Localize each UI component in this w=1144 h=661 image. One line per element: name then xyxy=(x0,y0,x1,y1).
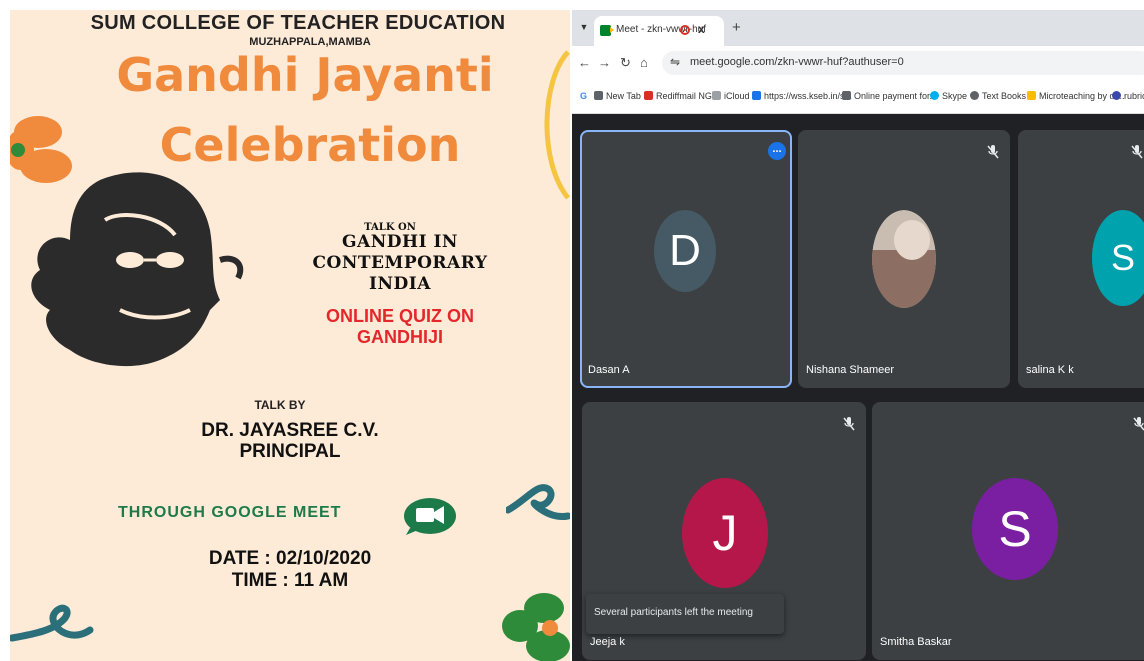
skype-icon xyxy=(930,91,939,100)
bookmark-online-payment[interactable]: Online payment for... xyxy=(842,91,937,101)
tab-close-button[interactable]: x xyxy=(698,22,705,36)
quiz-line: GANDHIJI xyxy=(356,327,443,347)
avatar: D xyxy=(654,210,716,292)
talk-topic-line: GANDHI IN xyxy=(342,232,458,252)
notification-toast: Several participants left the meeting xyxy=(586,594,784,634)
participant-name: Dasan A xyxy=(588,364,630,376)
tab-meet[interactable]: Meet - zkn-vwwr-huf x xyxy=(594,16,724,46)
talk-topic-line: CONTEMPORARY xyxy=(312,253,488,273)
bookmark-google[interactable]: G xyxy=(580,91,587,101)
poster-title-line1: Gandhi Jayanti xyxy=(116,48,494,102)
bookmark-favicon-icon xyxy=(1027,91,1036,100)
google-meet-logo-icon xyxy=(404,498,456,535)
event-date: DATE : 02/10/2020 xyxy=(208,548,372,569)
bookmarks-bar: G New Tab Rediffmail NG iCloud https://w… xyxy=(572,80,1144,114)
notification-text: Several participants left the meeting xyxy=(594,607,753,618)
reload-icon[interactable]: ↻ xyxy=(620,55,631,71)
speaker-name: DR. JAYASREE C.V. xyxy=(201,420,379,441)
quiz-line: ONLINE QUIZ ON xyxy=(326,306,474,326)
bookmark-icloud[interactable]: iCloud xyxy=(712,91,750,101)
participant-grid: ... D Dasan A Nishana Shameer S salina K… xyxy=(572,114,1144,661)
speaker-title: PRINCIPAL xyxy=(239,441,341,462)
bookmark-microteaching[interactable]: Microteaching by dr... xyxy=(1027,91,1125,101)
participant-tile[interactable]: Nishana Shameer xyxy=(798,130,1010,388)
avatar: S xyxy=(972,478,1058,580)
avatar: S xyxy=(1092,210,1144,306)
microphone-muted-icon xyxy=(1133,417,1144,431)
college-name: SUM COLLEGE OF TEACHER EDUCATION xyxy=(90,12,506,34)
bookmark-text-books[interactable]: Text Books xyxy=(970,91,1026,101)
tab-search-chevron-icon[interactable]: ▼ xyxy=(577,20,591,34)
participant-name: Smitha Baskar xyxy=(880,636,952,648)
globe-icon xyxy=(970,91,979,100)
recording-indicator-icon xyxy=(680,25,690,35)
bookmark-rubric[interactable]: rubric xyxy=(1112,91,1144,101)
flower-decoration-icon xyxy=(502,593,570,661)
forward-icon[interactable]: → xyxy=(598,55,611,70)
bookmark-favicon-icon xyxy=(1112,91,1121,100)
participant-name: Nishana Shameer xyxy=(806,364,895,376)
avatar-photo xyxy=(872,210,936,308)
more-options-button[interactable]: ... xyxy=(768,142,786,160)
event-time: TIME : 11 AM xyxy=(231,570,349,591)
speaker-info: DR. JAYASREE C.V. PRINCIPAL xyxy=(130,420,450,462)
tab-title: Meet - zkn-vwwr-huf xyxy=(616,24,707,35)
browser-window: ▼ Meet - zkn-vwwr-huf x + ← → ↻ ⌂ ⇋ meet… xyxy=(572,10,1144,661)
event-poster: SUM COLLEGE OF TEACHER EDUCATION MUZHAPP… xyxy=(10,10,570,661)
site-info-icon[interactable]: ⇋ xyxy=(670,55,680,69)
swirl-decoration-icon xyxy=(10,604,94,642)
avatar: J xyxy=(682,478,768,588)
bookmark-favicon-icon xyxy=(644,91,653,100)
microphone-muted-icon xyxy=(843,417,855,431)
bookmark-favicon-icon xyxy=(842,91,851,100)
bookmark-skype[interactable]: Skype xyxy=(930,91,967,101)
back-icon[interactable]: ← xyxy=(578,55,591,70)
home-icon[interactable]: ⌂ xyxy=(640,55,648,70)
bookmark-rediffmail[interactable]: Rediffmail NG xyxy=(644,91,712,101)
tab-strip: ▼ Meet - zkn-vwwr-huf x + xyxy=(572,10,1144,46)
participant-tile[interactable]: S salina K k xyxy=(1018,130,1144,388)
url-bar[interactable]: ⇋ meet.google.com/zkn-vwwr-huf?authuser=… xyxy=(662,51,1144,75)
participant-tile[interactable]: ... D Dasan A xyxy=(580,130,792,388)
new-tab-button[interactable]: + xyxy=(732,19,741,36)
url-text: meet.google.com/zkn-vwwr-huf?authuser=0 xyxy=(690,56,904,68)
microphone-muted-icon xyxy=(987,145,999,159)
participant-tile[interactable]: S Smitha Baskar xyxy=(872,402,1144,660)
decorative-arc xyxy=(544,50,570,200)
quiz-announcement: ONLINE QUIZ ON GANDHIJI xyxy=(280,306,520,348)
google-meet-favicon-icon xyxy=(600,25,614,36)
bookmark-kseb[interactable]: https://wss.kseb.in/s... xyxy=(752,91,852,101)
talk-topic-line: INDIA xyxy=(369,274,431,294)
through-google-meet-text: THROUGH GOOGLE MEET xyxy=(118,504,342,521)
gandhi-portrait-illustration xyxy=(31,172,244,367)
microphone-muted-icon xyxy=(1131,145,1143,159)
talk-by-label: TALK BY xyxy=(254,398,306,412)
bookmark-new-tab[interactable]: New Tab xyxy=(594,91,641,101)
apple-icon xyxy=(712,91,721,100)
participant-name: Jeeja k xyxy=(590,636,625,648)
bookmark-favicon-icon xyxy=(752,91,761,100)
bookmark-favicon-icon xyxy=(594,91,603,100)
swirl-decoration-icon xyxy=(506,484,570,520)
event-date-time: DATE : 02/10/2020 TIME : 11 AM xyxy=(130,548,450,592)
participant-name: salina K k xyxy=(1026,364,1074,376)
college-location: MUZHAPPALA,MAMBA xyxy=(249,36,371,48)
address-bar-row: ← → ↻ ⌂ ⇋ meet.google.com/zkn-vwwr-huf?a… xyxy=(572,46,1144,80)
talk-topic: GANDHI IN CONTEMPORARY INDIA xyxy=(260,232,540,295)
